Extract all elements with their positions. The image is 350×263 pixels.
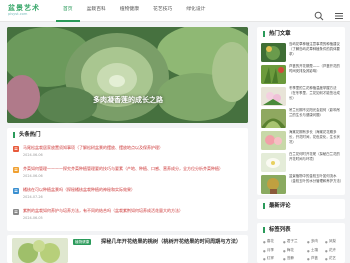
sidebar-article-title[interactable]: 吊兰长期不见阳光会如何（影响吊兰的生长与健康问题）: [289, 108, 343, 128]
menu-icon[interactable]: [334, 6, 344, 19]
tag-dot-icon: ●: [307, 239, 310, 244]
tag-label: 花艺: [328, 256, 336, 260]
hot-rank-icon: [13, 146, 19, 152]
tag-dot-icon: ●: [283, 248, 286, 253]
sidebar-article-thumbnail: [261, 87, 286, 106]
tag-link[interactable]: ● 芦荟: [307, 256, 318, 261]
site-logo-domain: plsyst.com: [8, 12, 28, 16]
hero-succulent-image: [7, 27, 248, 123]
hot-headlines-heading: 头条热门: [13, 132, 41, 138]
hot-item-date: 2024-06-05: [23, 216, 43, 220]
tag-link[interactable]: ● 月季: [263, 248, 274, 253]
tag-link[interactable]: ● 苔藓: [283, 256, 294, 261]
tag-label: 红掌: [266, 256, 274, 260]
tag-label: 凤梨: [328, 239, 336, 243]
hot-item-date: 2024-06-06: [23, 174, 43, 178]
tag-link[interactable]: ● 红掌: [263, 256, 274, 261]
hot-list-item[interactable]: 马尾松盆栽居家放置须知事项（了解松树盆景的摆放、摆放地点以及保养护理） 2024…: [13, 144, 245, 162]
sidebar-article-thumbnail: [261, 153, 286, 172]
hot-rank-icon: [13, 209, 19, 215]
top-navigation-bar: 盆景艺术 plsyst.com 首页 盆栽百科 植物健康 花艺技巧 绿化设计: [0, 0, 350, 22]
sidebar-hot-articles: 热门文章 岛屿花草种植注意事项的种植建议（了解岛屿花草种植条件的具体要求） 芦荟…: [257, 27, 345, 195]
tag-label: 土壤: [310, 248, 318, 252]
tag-dot-icon: ●: [307, 256, 310, 261]
sidebar-article-title[interactable]: 岛屿花草种植注意事项的种植建议（了解岛屿花草种植条件的具体要求）: [289, 42, 343, 62]
tag-dot-icon: ●: [283, 256, 286, 261]
site-logo[interactable]: 盆景艺术 plsyst.com: [8, 3, 48, 19]
nav-item-flower-art[interactable]: 花艺技巧: [146, 0, 179, 22]
sidebar-comments-heading: 最新评论: [263, 203, 291, 209]
hot-item-date: 2024-07-26: [23, 195, 43, 199]
sidebar-article-title[interactable]: 盆景植物中的金枝玉叶如何浇水（金枝玉叶的水分管理和养护方法）: [289, 174, 343, 194]
tag-label: 春花: [266, 239, 274, 243]
tag-link[interactable]: ● 花卉: [325, 248, 336, 253]
hero-banner[interactable]: 多肉凝香莲的成长之路: [7, 27, 248, 123]
tag-label: 梅花: [286, 248, 294, 252]
sidebar-tag-list: 标签列表 ● 春花 ● 君子兰 ● 多肉 ● 凤梨 ● 月季 ● 梅花 ● 土壤 ● 花卉 ● 红…: [257, 223, 345, 263]
sidebar-article-thumbnail: [261, 65, 286, 84]
article-category-tag[interactable]: 植物健康: [73, 239, 92, 245]
tag-link[interactable]: ● 君子兰: [283, 239, 298, 244]
nav-item-pot-plants[interactable]: 盆栽百科: [80, 0, 113, 22]
nav-item-plant-health[interactable]: 植物健康: [113, 0, 146, 22]
tag-dot-icon: ●: [263, 248, 266, 253]
sidebar-tags-heading: 标签列表: [263, 227, 291, 233]
sidebar-article-title[interactable]: 冬季里的兰花种植温度掌握方法（在冬季里，兰花如何才能茁壮成长）: [289, 86, 343, 106]
tag-link[interactable]: ● 凤梨: [325, 239, 336, 244]
tag-label: 芦荟: [310, 256, 318, 260]
sidebar-article-item[interactable]: 吊兰长期不见阳光会如何（影响吊兰的生长与健康问题）: [261, 108, 343, 130]
hot-item-date: 2024-06-06: [23, 153, 43, 157]
hot-rank-icon: [13, 167, 19, 173]
hot-headlines-panel: 头条热门 马尾松盆栽居家放置须知事项（了解松树盆景的摆放、摆放地点以及保养护理）…: [7, 128, 248, 231]
tag-label: 月季: [266, 248, 274, 252]
hot-list-item[interactable]: 紫荆的盆栽如何养护与培养方法，有不同的结合吗（盆栽紫荆如何培养成活花量大的方法）…: [13, 207, 245, 225]
sidebar-latest-comments: 最新评论: [257, 199, 345, 219]
hot-item-title[interactable]: 橘核在可以种植盆景吗（探秘橘核盆栽种植的神秘和实际效果）: [23, 187, 245, 193]
sidebar-article-item[interactable]: 白兰花何时开花呢（探秘白兰花的开花时间与环境）: [261, 152, 343, 174]
tag-dot-icon: ●: [283, 239, 286, 244]
sidebar-article-thumbnail: [261, 175, 286, 194]
tag-label: 多肉: [310, 239, 318, 243]
search-icon[interactable]: [314, 6, 324, 21]
nav-item-home[interactable]: 首页: [56, 0, 80, 22]
tag-label: 君子兰: [286, 239, 298, 243]
tag-dot-icon: ●: [307, 248, 310, 253]
article-title[interactable]: 探秘几年开花结果的桃树（桃树开花结果的时间周期与方法）: [101, 238, 246, 246]
hot-list-item[interactable]: 橘核在可以种植盆景吗（探秘橘核盆栽种植的神秘和实际效果） 2024-07-26: [13, 186, 245, 204]
tag-link[interactable]: ● 春花: [263, 239, 274, 244]
article-card[interactable]: 植物健康 探秘几年开花结果的桃树（桃树开花结果的时间周期与方法）: [7, 235, 248, 263]
article-thumbnail[interactable]: [12, 238, 68, 263]
tag-label: 苔藓: [286, 256, 294, 260]
sidebar-article-title[interactable]: 芦荟的开花期是——（芦荟开花的时间安排及其影响）: [289, 64, 343, 84]
tag-dot-icon: ●: [325, 256, 328, 261]
hot-rank-icon: [13, 188, 19, 194]
sidebar-article-item[interactable]: 芦荟的开花期是——（芦荟开花的时间安排及其影响）: [261, 64, 343, 86]
sidebar-article-title[interactable]: 海棠花期有多长（海棠花花期多长，开花时间，花色变化，生长状况）: [289, 130, 343, 150]
tag-link[interactable]: ● 土壤: [307, 248, 318, 253]
hot-list-item[interactable]: 芥菜如何管理————探究芥菜种植管理要的技巧与要素（产地、种植、口感、营养成分，…: [13, 165, 245, 183]
hero-caption: 多肉凝香莲的成长之路: [93, 96, 163, 104]
sidebar-article-thumbnail: [261, 43, 286, 62]
hot-item-title[interactable]: 芥菜如何管理————探究芥菜种植管理要的技巧与要素（产地、种植、口感、营养成分，…: [23, 166, 245, 172]
tag-label: 花卉: [328, 248, 336, 252]
tag-dot-icon: ●: [325, 248, 328, 253]
hot-item-title[interactable]: 紫荆的盆栽如何养护与培养方法，有不同的结合吗（盆栽紫荆如何培养成活花量大的方法）: [23, 208, 245, 214]
tag-link[interactable]: ● 多肉: [307, 239, 318, 244]
sidebar-article-item[interactable]: 岛屿花草种植注意事项的种植建议（了解岛屿花草种植条件的具体要求）: [261, 42, 343, 64]
sidebar-article-title[interactable]: 白兰花何时开花呢（探秘白兰花的开花时间与环境）: [289, 152, 343, 172]
sidebar-article-thumbnail: [261, 109, 286, 128]
tag-dot-icon: ●: [263, 256, 266, 261]
tag-dot-icon: ●: [325, 239, 328, 244]
sidebar-hot-heading: 热门文章: [263, 31, 291, 37]
tag-link[interactable]: ● 梅花: [283, 248, 294, 253]
sidebar-article-item[interactable]: 冬季里的兰花种植温度掌握方法（在冬季里，兰花如何才能茁壮成长）: [261, 86, 343, 108]
hot-item-title[interactable]: 马尾松盆栽居家放置须知事项（了解松树盆景的摆放、摆放地点以及保养护理）: [23, 145, 245, 151]
tag-link[interactable]: ● 花艺: [325, 256, 336, 261]
sidebar-article-thumbnail: [261, 131, 286, 150]
nav-item-green-design[interactable]: 绿化设计: [179, 0, 212, 22]
tag-dot-icon: ●: [263, 239, 266, 244]
sidebar-article-item[interactable]: 海棠花期有多长（海棠花花期多长，开花时间，花色变化，生长状况）: [261, 130, 343, 152]
sidebar-article-item[interactable]: 盆景植物中的金枝玉叶如何浇水（金枝玉叶的水分管理和养护方法）: [261, 174, 343, 196]
main-nav: 首页 盆栽百科 植物健康 花艺技巧 绿化设计: [56, 0, 212, 22]
